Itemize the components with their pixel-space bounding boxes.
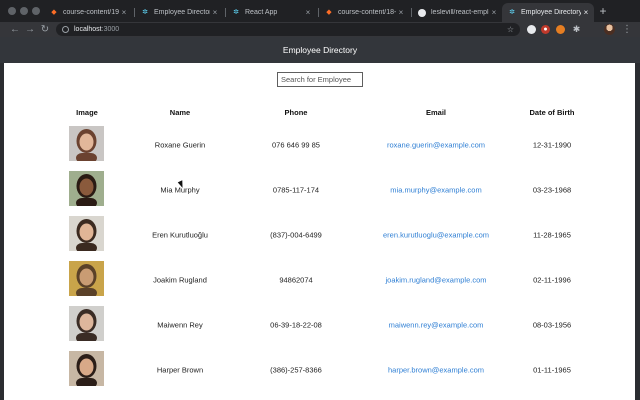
- table-row: Mia Murphy 0785-117-174 mia.murphy@example…: [4, 167, 635, 212]
- employee-email[interactable]: mia.murphy@example.com: [390, 185, 481, 194]
- employee-dob: 02-11-1996: [533, 275, 571, 284]
- bookmark-star-icon[interactable]: ☆: [507, 23, 514, 36]
- close-icon[interactable]: ×: [581, 8, 591, 17]
- browser-toolbar: ← → ↻ localhost:3000 ☆ ● ✱ ⋮: [0, 22, 640, 37]
- extension-puzzle-red-icon[interactable]: ●: [541, 25, 550, 34]
- employee-name: Maiwenn Rey: [157, 320, 203, 329]
- browser-tab-1[interactable]: ◆ course-content/19- ×: [44, 3, 132, 22]
- tab-title: Employee Directory: [521, 9, 581, 16]
- gitlab-icon: ◆: [326, 8, 332, 16]
- employee-email[interactable]: eren.kurutluoglu@example.com: [383, 230, 489, 239]
- forward-arrow-icon[interactable]: →: [24, 23, 36, 36]
- browser-tab-4[interactable]: ◆ course-content/18- ×: [319, 3, 409, 22]
- browser-tab-2[interactable]: ✲ Employee Directory ×: [135, 3, 223, 22]
- tab-title: Employee Directory: [154, 9, 210, 16]
- url-text: localhost:3000: [74, 26, 120, 33]
- employee-dob: 08-03-1956: [532, 320, 572, 329]
- window-close-button[interactable]: [8, 7, 16, 15]
- employee-photo: [69, 216, 104, 251]
- employee-photo: [69, 306, 104, 341]
- close-icon[interactable]: ×: [303, 8, 313, 17]
- employee-phone: 06-39-18-22-08: [270, 320, 322, 329]
- more-menu-icon[interactable]: ⋮: [622, 23, 632, 36]
- employee-email[interactable]: maiwenn.rey@example.com: [389, 320, 484, 329]
- react-favicon-icon: ✲: [509, 8, 515, 16]
- tab-title: course-content/19-: [63, 9, 119, 16]
- browser-tab-3[interactable]: ✲ React App ×: [226, 3, 316, 22]
- employee-phone: (837)-004-6499: [270, 230, 322, 239]
- close-icon[interactable]: ×: [396, 8, 406, 17]
- employee-email[interactable]: joakim.rugland@example.com: [386, 275, 487, 284]
- close-icon[interactable]: ×: [119, 8, 129, 17]
- extension-circle-icon[interactable]: [527, 25, 536, 34]
- close-icon[interactable]: ×: [210, 8, 220, 17]
- employee-photo: [69, 351, 104, 386]
- employee-phone: 076 646 99 85: [272, 140, 320, 149]
- employee-name: Eren Kurutluoğlu: [152, 230, 208, 239]
- reload-icon[interactable]: ↻: [39, 23, 51, 36]
- employee-dob: 03-23-1968: [532, 185, 572, 194]
- table-row: Roxane Guerin 076 646 99 85 roxane.guerin@…: [4, 122, 635, 167]
- browser-tab-5[interactable]: leslevill/react-emplo ×: [412, 3, 502, 22]
- gitlab-icon: ◆: [51, 8, 57, 16]
- back-arrow-icon[interactable]: ←: [9, 23, 21, 36]
- employee-phone: 0785-117-174: [272, 185, 320, 194]
- close-icon[interactable]: ×: [489, 8, 499, 17]
- employee-name: Joakim Rugland: [153, 275, 207, 284]
- column-header-email: Email: [425, 108, 447, 117]
- column-header-dob: Date of Birth: [529, 108, 575, 117]
- extensions-puzzle-icon[interactable]: ✱: [572, 25, 581, 34]
- column-header-image: Image: [76, 108, 98, 117]
- react-favicon-icon: ✲: [233, 8, 239, 16]
- info-icon[interactable]: [62, 26, 69, 33]
- employee-email[interactable]: harper.brown@example.com: [388, 365, 484, 374]
- page-title: Employee Directory: [282, 45, 358, 55]
- employee-dob: 01-11-1965: [533, 365, 571, 374]
- employee-name: Roxane Guerin: [154, 140, 206, 149]
- employee-dob: 11-28-1965: [533, 230, 571, 239]
- tab-title: leslevill/react-emplo: [431, 9, 489, 16]
- browser-tab-active[interactable]: ✲ Employee Directory ×: [502, 3, 594, 22]
- tab-title: course-content/18-: [338, 9, 396, 16]
- column-header-phone: Phone: [284, 108, 308, 117]
- employee-photo: [69, 171, 104, 206]
- employee-name: Harper Brown: [156, 365, 204, 374]
- employee-directory-page: Image Name Phone Email Date of Birth Rox…: [4, 63, 635, 400]
- window-frame-right: [635, 63, 640, 400]
- employee-dob: 12-31-1990: [532, 140, 572, 149]
- employee-phone: 94862074: [279, 275, 313, 284]
- browser-tab-strip: ◆ course-content/19- × ✲ Employee Direct…: [0, 0, 640, 22]
- employee-photo: [69, 126, 104, 161]
- extension-orange-icon[interactable]: [556, 25, 565, 34]
- react-favicon-icon: ✲: [142, 8, 148, 16]
- column-header-name: Name: [169, 108, 191, 117]
- window-maximize-button[interactable]: [32, 7, 40, 15]
- window-minimize-button[interactable]: [20, 7, 28, 15]
- tab-title: React App: [245, 9, 278, 16]
- employee-photo: [69, 261, 104, 296]
- new-tab-button[interactable]: +: [597, 4, 609, 18]
- search-input[interactable]: [277, 72, 363, 87]
- table-row: Eren Kurutluoğlu (837)-004-6499 eren.kurut…: [4, 212, 635, 257]
- profile-avatar[interactable]: [604, 24, 615, 35]
- table-row: Joakim Rugland 94862074 joakim.rugland@exa…: [4, 257, 635, 302]
- app-header: Employee Directory: [0, 37, 640, 63]
- github-icon: [418, 8, 426, 17]
- employee-phone: (386)-257-8366: [270, 365, 322, 374]
- employee-email[interactable]: roxane.guerin@example.com: [387, 140, 485, 149]
- table-row: Maiwenn Rey 06-39-18-22-08 maiwenn.rey@exa…: [4, 302, 635, 347]
- table-row: Harper Brown (386)-257-8366 harper.brown@e…: [4, 347, 635, 392]
- address-bar[interactable]: localhost:3000 ☆: [56, 23, 520, 36]
